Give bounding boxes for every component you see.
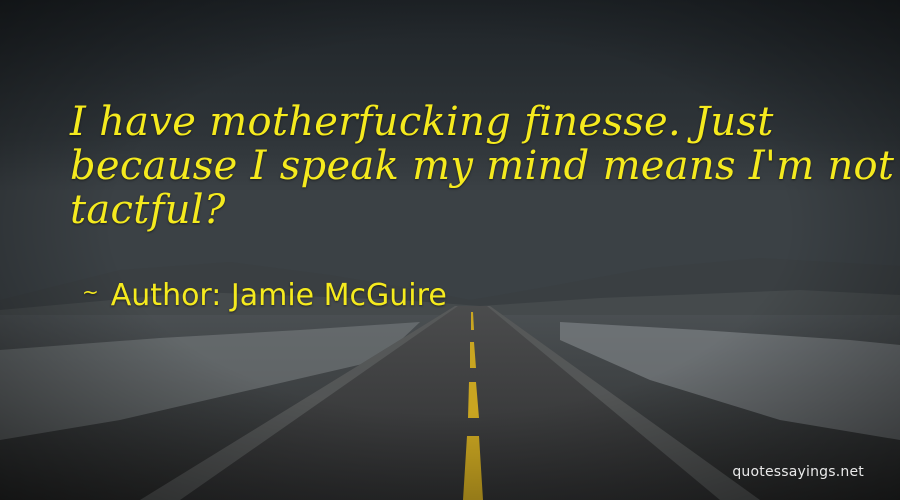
quote-line: I have motherfucking finesse. Just [70, 99, 774, 145]
quote-line: tactful? [70, 187, 226, 233]
author-attribution: ~ Author: Jamie McGuire [82, 272, 447, 316]
site-watermark: quotessayings.net [732, 464, 864, 480]
tilde-mark: ~ [82, 280, 99, 304]
quote-line: because I speak my mind means I'm not [70, 143, 895, 189]
background-photo [0, 0, 900, 500]
quote-text: I have motherfucking finesse. Just becau… [70, 99, 895, 233]
author-name: Author: Jamie McGuire [110, 278, 447, 313]
